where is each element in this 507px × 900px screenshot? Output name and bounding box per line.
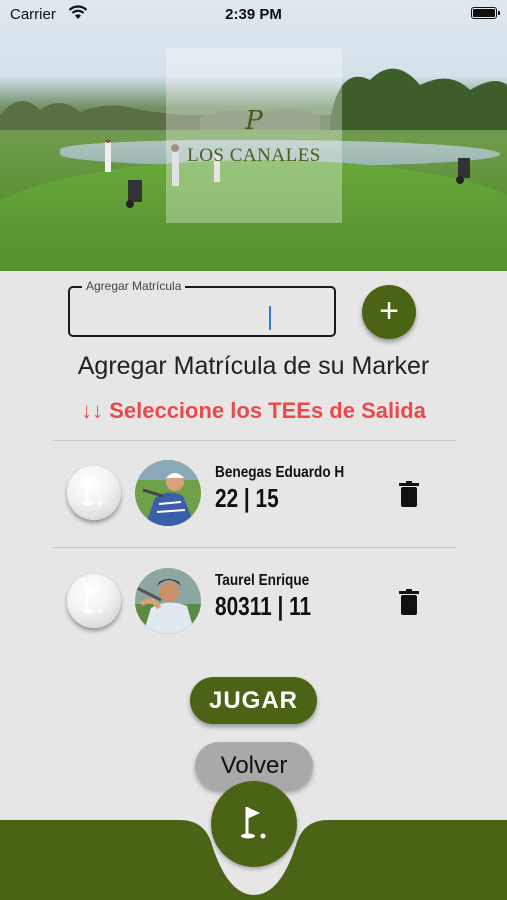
matricula-input[interactable] bbox=[76, 296, 332, 328]
trash-icon[interactable] bbox=[399, 589, 419, 615]
avatar bbox=[135, 568, 201, 634]
text-cursor bbox=[269, 306, 271, 330]
player-stats: 22 | 15 bbox=[215, 483, 279, 513]
club-logo: P LOS CANALES bbox=[166, 48, 342, 223]
trash-icon[interactable] bbox=[399, 481, 419, 507]
tee-select-button[interactable] bbox=[67, 574, 121, 628]
divider bbox=[53, 547, 456, 548]
player-stats: 80311 | 11 bbox=[215, 591, 312, 621]
golf-flag-icon bbox=[82, 480, 102, 505]
divider bbox=[53, 440, 456, 441]
logo-monogram: P bbox=[245, 106, 263, 136]
player-row: Benegas Eduardo H 22 | 15 bbox=[0, 448, 507, 538]
matricula-label: Agregar Matrícula bbox=[82, 279, 186, 293]
marker-title: Agregar Matrícula de su Marker bbox=[77, 352, 430, 380]
home-nav-button[interactable] bbox=[211, 781, 297, 867]
player-row: Taurel Enrique 80311 | 11 bbox=[0, 556, 507, 646]
player-name: Taurel Enrique bbox=[215, 572, 310, 589]
tees-warning: ↓↓ Seleccione los TEEs de Salida bbox=[81, 398, 426, 423]
jugar-button[interactable]: JUGAR bbox=[190, 677, 317, 724]
add-marker-button[interactable]: + bbox=[362, 285, 416, 339]
status-bar: Carrier 2:39 PM bbox=[0, 0, 507, 30]
battery-icon bbox=[471, 7, 500, 19]
status-time: 2:39 PM bbox=[225, 6, 282, 23]
golf-flag-icon bbox=[82, 588, 102, 613]
player-name: Benegas Eduardo H bbox=[215, 464, 345, 481]
golf-flag-icon bbox=[241, 807, 266, 839]
matricula-field[interactable]: Agregar Matrícula bbox=[68, 279, 336, 337]
tee-select-button[interactable] bbox=[67, 466, 121, 520]
avatar bbox=[135, 460, 201, 526]
hero-banner: P LOS CANALES bbox=[0, 0, 507, 271]
plus-icon: + bbox=[379, 292, 399, 330]
logo-name: LOS CANALES bbox=[187, 145, 321, 166]
